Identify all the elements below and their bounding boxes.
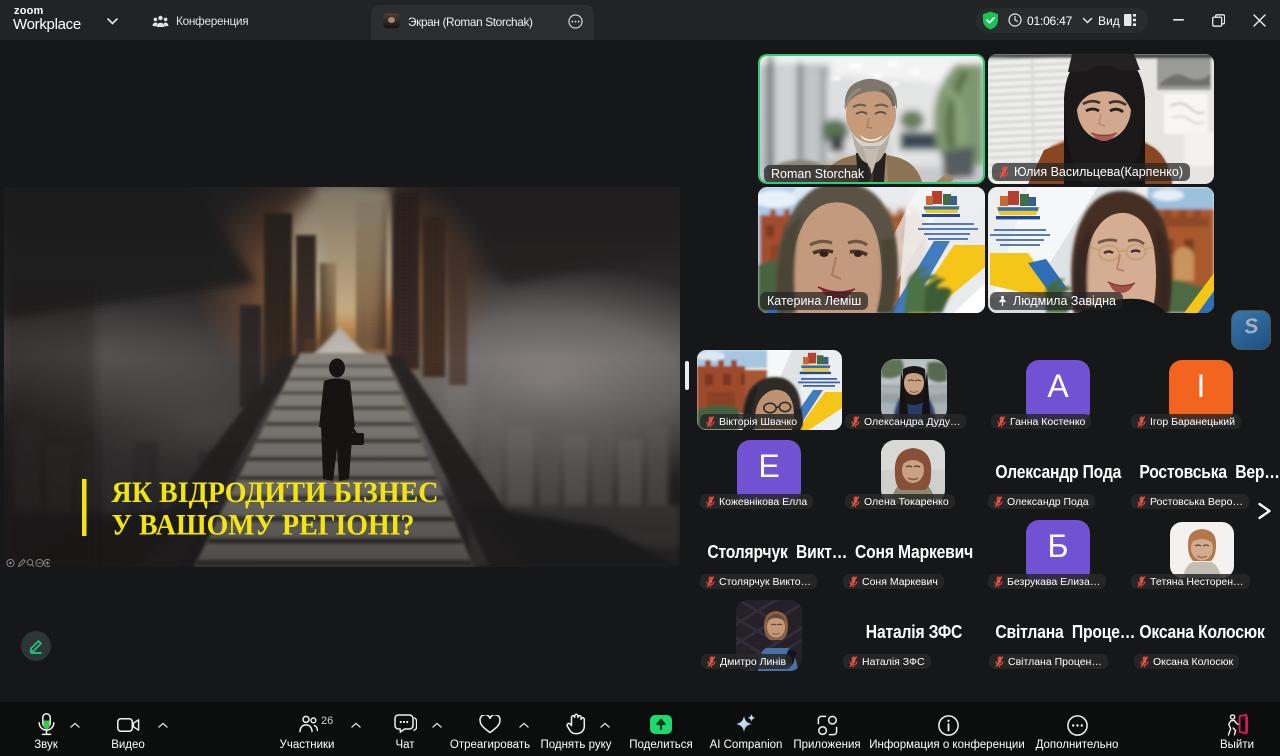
svg-text:У ВАШОМУ РЕГІОНІ?: У ВАШОМУ РЕГІОНІ?: [112, 509, 415, 542]
svg-text:ЯК ВІДРОДИТИ БІЗНЕС: ЯК ВІДРОДИТИ БІЗНЕС: [112, 476, 439, 509]
